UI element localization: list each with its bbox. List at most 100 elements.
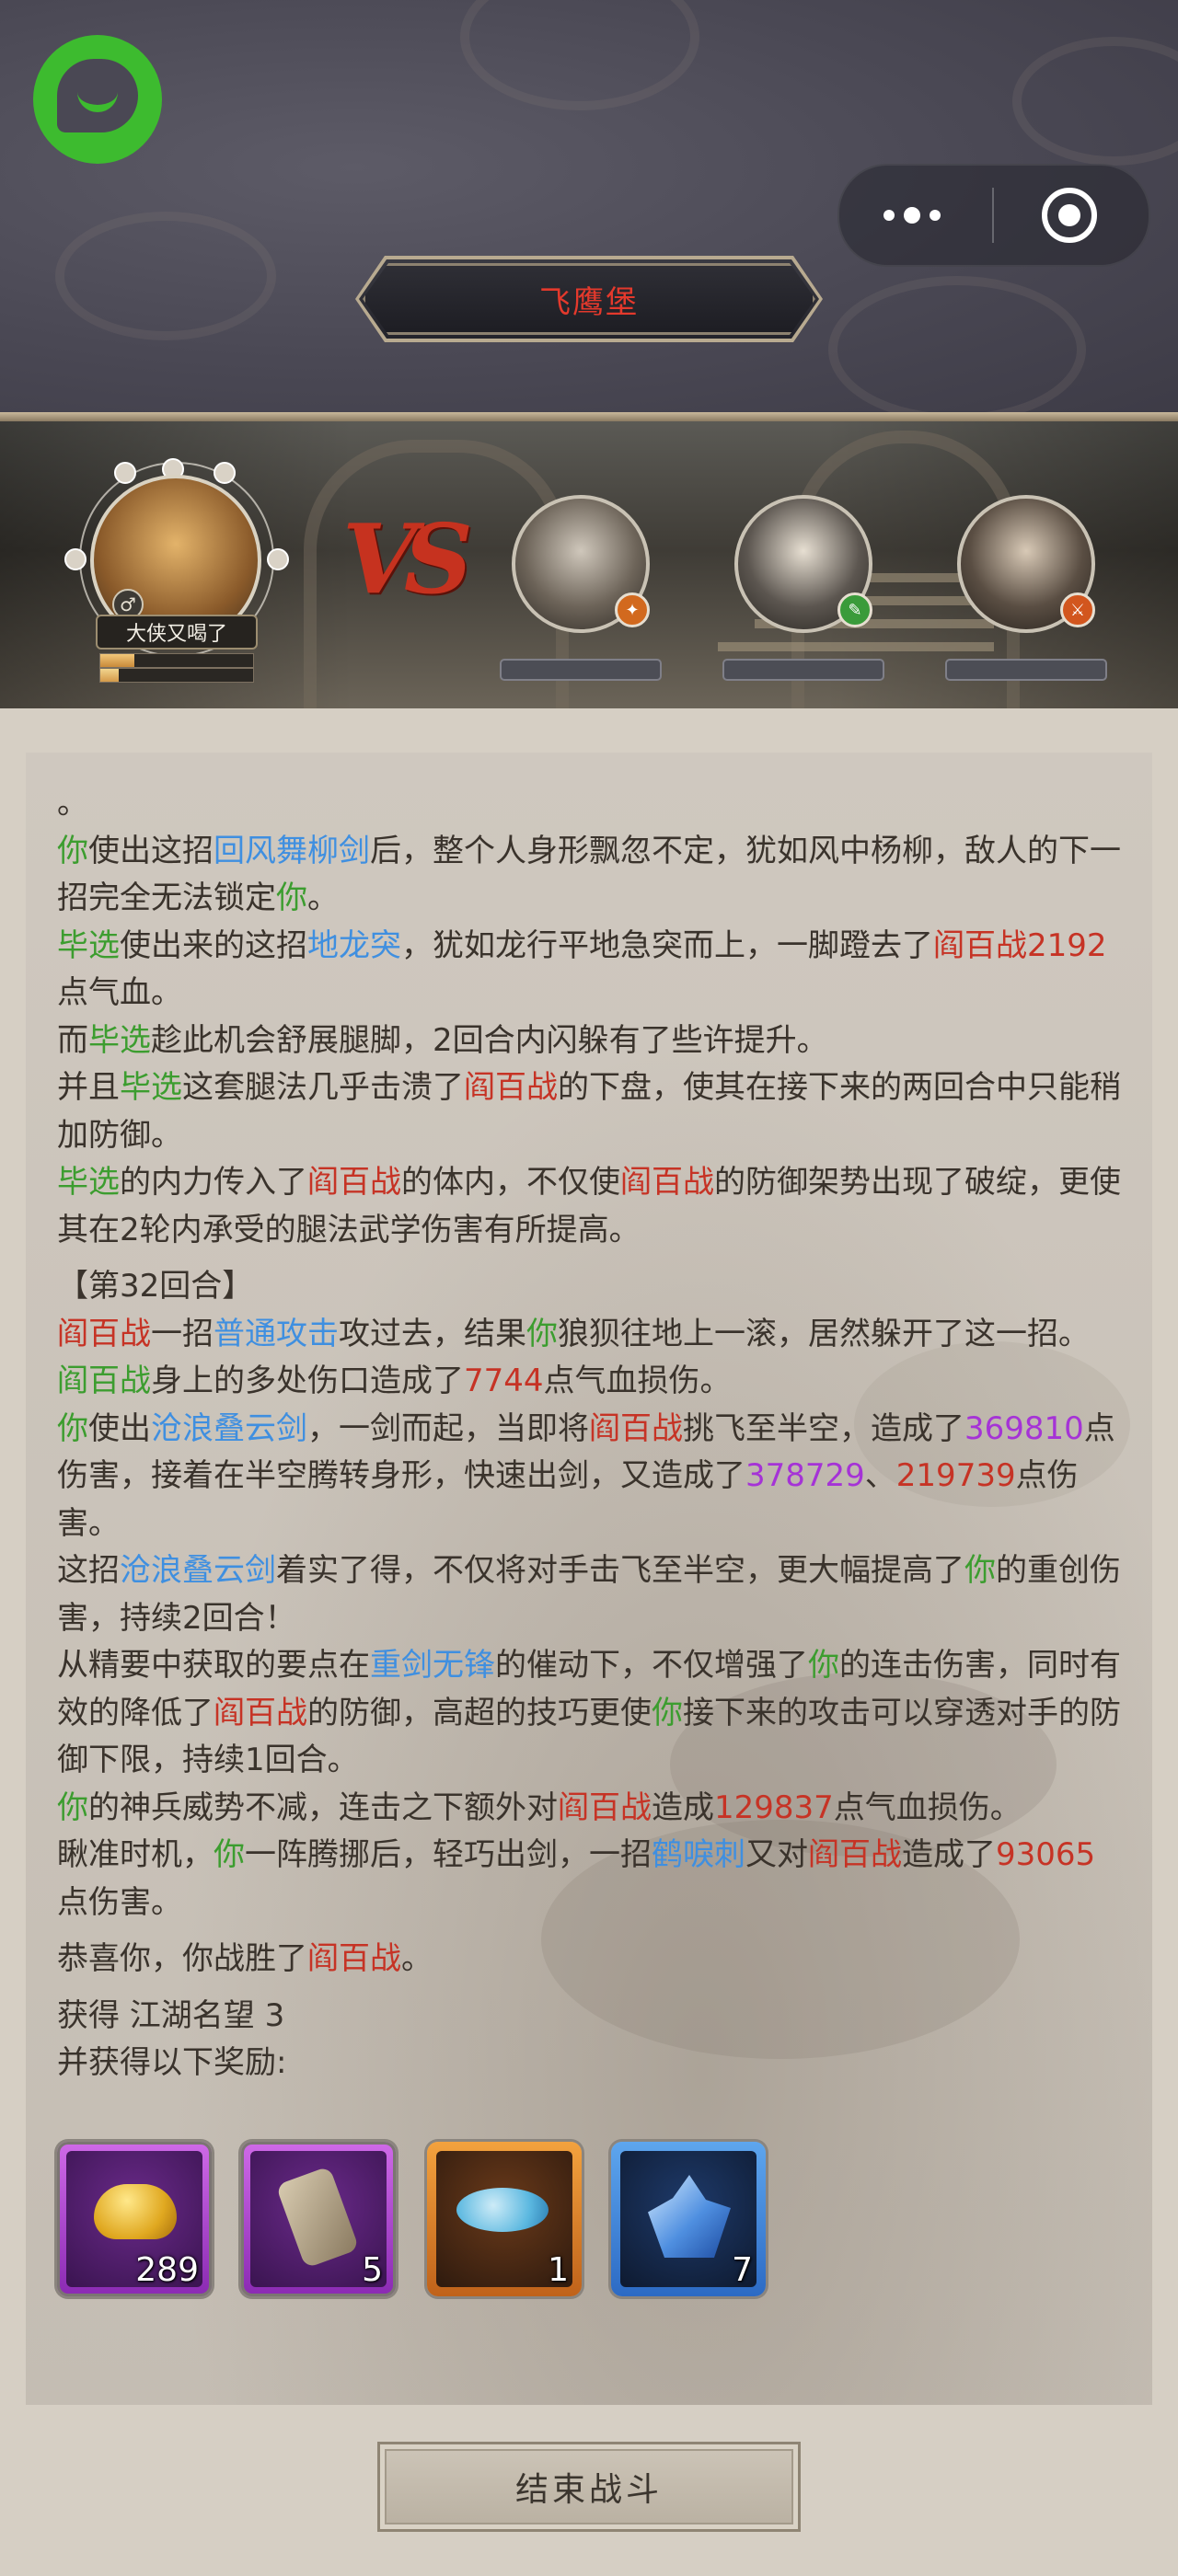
log-segment: 219739 bbox=[895, 1457, 1016, 1494]
log-segment: 毕选 bbox=[88, 1021, 151, 1059]
reward-qty: 5 bbox=[362, 2251, 383, 2289]
battle-log: 。你使出这招回风舞柳剑后，整个人身形飘忽不定，犹如风中杨柳，敌人的下一招完全无法… bbox=[57, 780, 1123, 2087]
log-segment: 你 bbox=[808, 1647, 839, 1684]
log-segment: 重剑无锋 bbox=[370, 1647, 495, 1684]
log-segment: 使出 bbox=[88, 1409, 151, 1447]
log-segment: 。 bbox=[401, 1940, 433, 1977]
reward-item-cloud-spirit[interactable]: 1 bbox=[427, 2142, 582, 2296]
log-segment: 你 bbox=[526, 1315, 558, 1352]
log-segment: 这招 bbox=[57, 1552, 120, 1589]
player-hp-fill bbox=[100, 654, 134, 667]
log-line: 恭喜你，你战胜了阎百战。 bbox=[57, 1936, 1123, 1984]
log-segment: 的催动下，不仅增强了 bbox=[495, 1647, 808, 1684]
log-segment: 93065 bbox=[996, 1836, 1096, 1873]
reward-list: 289 5 1 7 bbox=[57, 2142, 977, 2304]
close-target-icon[interactable] bbox=[1042, 188, 1097, 243]
log-segment: 阎百战 bbox=[620, 1164, 714, 1201]
log-segment: 你 bbox=[276, 880, 307, 916]
log-segment: 鹤唳刺 bbox=[652, 1836, 745, 1873]
log-segment: 你 bbox=[57, 1409, 88, 1447]
log-segment: 并且 bbox=[57, 1069, 120, 1106]
reward-subtitle: 并获得以下奖励: bbox=[57, 2044, 287, 2081]
reward-item-blue-crystal[interactable]: 7 bbox=[611, 2142, 766, 2296]
log-segment: 从精要中获取的要点在 bbox=[57, 1647, 370, 1684]
log-segment: 你 bbox=[57, 832, 88, 869]
enemy-1-hp-bar bbox=[500, 659, 662, 681]
battle-banner: ♂ 大侠又喝了 VS ✦ ✎ ⚔ bbox=[0, 421, 1178, 708]
log-segment: 阎百战 bbox=[558, 1788, 652, 1826]
log-segment: 回风舞柳剑 bbox=[214, 832, 370, 869]
reward-item-gold-ingot[interactable]: 289 bbox=[57, 2142, 212, 2296]
log-line: 【第32回合】 bbox=[57, 1263, 1123, 1311]
log-line: 阎百战一招普通攻击攻过去，结果你狼狈往地上一滚，居然躲开了这一招。 bbox=[57, 1311, 1123, 1359]
log-segment: 造成 bbox=[652, 1788, 714, 1826]
log-segment: 、 bbox=[864, 1457, 896, 1494]
mini-program-capsule bbox=[837, 164, 1150, 267]
enemy-avatar-2[interactable]: ✎ bbox=[734, 495, 872, 633]
log-segment: 阎百战 bbox=[57, 1315, 151, 1352]
battle-log-panel[interactable]: 。你使出这招回风舞柳剑后，整个人身形飘忽不定，犹如风中杨柳，敌人的下一招完全无法… bbox=[26, 753, 1152, 2405]
app-logo-icon[interactable] bbox=[33, 35, 162, 164]
log-segment: 你 bbox=[652, 1694, 683, 1731]
more-icon[interactable] bbox=[884, 166, 957, 265]
player-name: 大侠又喝了 bbox=[96, 615, 258, 650]
log-line: 毕选使出来的这招地龙突，犹如龙行平地急突而上，一脚蹬去了阎百战2192 点气血。 bbox=[57, 923, 1123, 1018]
log-segment: 挑飞至半空，造成了 bbox=[683, 1409, 964, 1447]
reward-qty: 1 bbox=[548, 2251, 569, 2289]
page-title: 飞鹰堡 bbox=[539, 283, 639, 321]
enemy-3-hp-bar bbox=[945, 659, 1107, 681]
log-segment: 阎百战 bbox=[214, 1694, 307, 1731]
log-segment: 沧浪叠云剑 bbox=[151, 1409, 307, 1447]
cloud-spirit-icon bbox=[456, 2188, 549, 2232]
log-segment: 阎百战 bbox=[933, 926, 1027, 964]
log-segment: 369810 bbox=[964, 1409, 1084, 1447]
vs-emblem: VS bbox=[342, 502, 473, 615]
log-line: 。 bbox=[57, 780, 1123, 828]
log-line: 从精要中获取的要点在重剑无锋的催动下，不仅增强了你的连击伤害，同时有效的降低了阎… bbox=[57, 1642, 1123, 1785]
log-segment: 着实了得，不仅将对手击飞至半空，更大幅提高了 bbox=[276, 1552, 964, 1589]
enemy-3-school-icon: ⚔ bbox=[1060, 592, 1095, 627]
log-segment: 的防御，高超的技巧更使 bbox=[307, 1694, 652, 1731]
end-battle-button[interactable]: 结束战斗 bbox=[377, 2442, 801, 2532]
log-line: 你使出这招回风舞柳剑后，整个人身形飘忽不定，犹如风中杨柳，敌人的下一招完全无法锁… bbox=[57, 828, 1123, 923]
log-segment: 的内力传入了 bbox=[120, 1164, 307, 1201]
log-segment: 。 bbox=[57, 785, 88, 822]
log-segment: 而 bbox=[57, 1021, 88, 1059]
log-segment: 7744 bbox=[464, 1363, 544, 1399]
log-segment: 沧浪叠云剑 bbox=[120, 1552, 276, 1589]
enemy-avatar-3[interactable]: ⚔ bbox=[957, 495, 1095, 633]
log-segment: 使出来的这招 bbox=[120, 926, 307, 964]
log-segment: 毕选 bbox=[57, 926, 120, 964]
log-segment: 。 bbox=[307, 880, 339, 916]
player-hp-bar bbox=[99, 653, 254, 668]
player-mp-fill bbox=[100, 669, 119, 682]
enemy-avatar-1[interactable]: ✦ bbox=[512, 495, 650, 633]
log-gap bbox=[57, 1926, 1123, 1936]
log-segment: ，一剑而起，当即将 bbox=[307, 1409, 589, 1447]
log-line: 瞅准时机，你一阵腾挪后，轻巧出剑，一招鹤唳刺又对阎百战造成了93065 点伤害。 bbox=[57, 1832, 1123, 1926]
log-segment: 阎百战 bbox=[589, 1409, 683, 1447]
log-segment: 毕选 bbox=[120, 1069, 182, 1106]
top-bar: 飞鹰堡 bbox=[0, 0, 1178, 419]
log-segment: 2192 bbox=[1027, 926, 1107, 964]
location-title-plate: 飞鹰堡 bbox=[359, 259, 819, 339]
log-segment: 你 bbox=[214, 1836, 245, 1873]
reward-item-scroll[interactable]: 5 bbox=[241, 2142, 396, 2296]
log-segment: 攻过去，结果 bbox=[339, 1315, 526, 1352]
log-segment: 毕选 bbox=[57, 1164, 120, 1201]
log-segment: 【第32回合】 bbox=[57, 1268, 254, 1305]
log-segment: ，犹如龙行平地急突而上，一脚蹬去了 bbox=[401, 926, 933, 964]
log-segment: 这套腿法几乎击溃了 bbox=[182, 1069, 464, 1106]
log-segment: 阎百战 bbox=[464, 1069, 558, 1106]
log-segment: 点气血。 bbox=[57, 974, 182, 1011]
log-segment: 瞅准时机， bbox=[57, 1836, 214, 1873]
log-segment: 造成了 bbox=[902, 1836, 996, 1873]
log-segment: 378729 bbox=[745, 1457, 865, 1494]
log-line: 而毕选趁此机会舒展腿脚，2回合内闪躲有了些许提升。 bbox=[57, 1018, 1123, 1065]
log-gap bbox=[57, 1254, 1123, 1263]
log-segment: 的神兵威势不减，连击之下额外对 bbox=[88, 1788, 558, 1826]
log-segment: 阎百战 bbox=[307, 1940, 401, 1977]
enemy-2-hp-bar bbox=[722, 659, 884, 681]
log-line: 毕选的内力传入了阎百战的体内，不仅使阎百战的防御架势出现了破绽，更使其在2轮内承… bbox=[57, 1159, 1123, 1254]
gold-ingot-icon bbox=[94, 2184, 177, 2239]
